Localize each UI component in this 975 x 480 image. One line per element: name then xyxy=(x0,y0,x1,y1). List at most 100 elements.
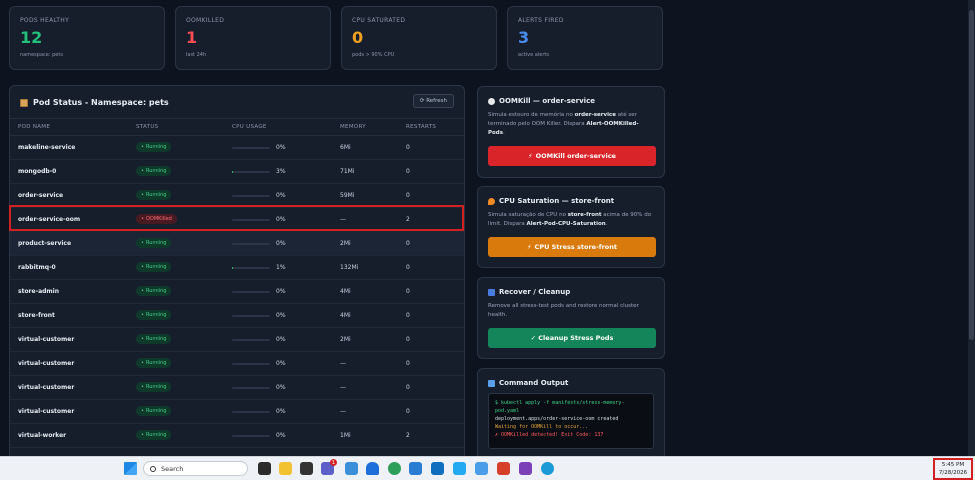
cleanup-button[interactable]: ✓ Cleanup Stress Pods xyxy=(488,328,656,348)
memory-value: 6Mi xyxy=(340,144,351,151)
table-row[interactable]: virtual-customer • Running 0% 2Mi 0 xyxy=(10,328,464,352)
oomkill-desc-3: . xyxy=(503,130,505,136)
teams-icon[interactable]: 1 xyxy=(321,459,337,475)
status-dot-icon: • xyxy=(141,288,144,294)
stat-label: CPU SATURATED xyxy=(352,17,406,24)
cpu-stress-button[interactable]: ⚡ CPU Stress store-front xyxy=(488,237,656,257)
status-dot-icon: • xyxy=(141,192,144,198)
status-dot-icon: • xyxy=(141,216,144,222)
status-badge: • Running xyxy=(136,166,172,176)
cpu-usage-bar xyxy=(232,267,270,269)
oomkill-button[interactable]: ⚡ OOMKill order-service xyxy=(488,146,656,166)
stat-sub: active alerts xyxy=(518,52,549,58)
pod-name: order-service xyxy=(18,192,64,199)
cpu-usage-value: 0% xyxy=(276,240,286,247)
powerpoint-icon[interactable] xyxy=(497,462,510,475)
windows-start-icon[interactable] xyxy=(124,462,137,475)
cpu-usage-value: 0% xyxy=(276,216,286,223)
oomkill-button-label: OOMKill order-service xyxy=(535,152,616,160)
cpu-usage-value: 0% xyxy=(276,192,286,199)
recover-card: Recover / Cleanup Remove all stress-test… xyxy=(477,277,665,359)
status-text: Running xyxy=(145,240,167,246)
refresh-button[interactable]: ⟳ Refresh xyxy=(412,94,454,108)
page-scrollbar[interactable] xyxy=(968,0,975,456)
console-error: ✗ OOMKilled detected! Exit Code: 137 xyxy=(495,432,604,438)
cpu-usage-bar xyxy=(232,291,270,293)
col-restarts: RESTARTS xyxy=(406,124,437,130)
fire-icon xyxy=(488,197,495,205)
pod-name: virtual-customer xyxy=(18,408,75,415)
onenote-icon[interactable] xyxy=(519,462,532,475)
taskbar-clock[interactable]: 5:45 PM 7/28/2026 xyxy=(933,458,973,480)
pod-name: order-service-oom xyxy=(18,216,81,223)
pod-name: virtual-customer xyxy=(18,360,75,367)
table-row[interactable]: virtual-customer • Running 0% — 0 xyxy=(10,400,464,424)
pod-name: mongodb-0 xyxy=(18,168,57,175)
restarts-value: 0 xyxy=(406,408,410,415)
outlook-icon[interactable] xyxy=(409,462,422,475)
clock-time: 5:45 PM xyxy=(941,462,965,468)
stat-card-pods-healthy: PODS HEALTHY 12 namespace: pets xyxy=(9,6,165,70)
edge-dev-icon[interactable] xyxy=(388,462,401,475)
table-row[interactable]: virtual-worker • Running 0% 1Mi 2 xyxy=(10,424,464,448)
restarts-value: 2 xyxy=(406,216,410,223)
restarts-value: 0 xyxy=(406,360,410,367)
table-row[interactable]: store-front • Running 0% 4Mi 0 xyxy=(10,304,464,328)
cpu-usage-bar xyxy=(232,147,270,149)
cpu-usage-value: 0% xyxy=(276,336,286,343)
package-icon xyxy=(20,98,28,107)
status-badge: • Running xyxy=(136,430,172,440)
cpu-usage-bar xyxy=(232,195,270,197)
table-row[interactable]: product-service • Running 0% 2Mi 0 xyxy=(10,232,464,256)
status-dot-icon: • xyxy=(141,360,144,366)
edge-icon[interactable] xyxy=(541,462,554,475)
vscode-icon[interactable] xyxy=(453,462,466,475)
stat-label: ALERTS FIRED xyxy=(518,17,564,24)
memory-value: — xyxy=(340,360,346,367)
status-badge: • Running xyxy=(136,382,172,392)
table-row[interactable]: rabbitmq-0 • Running 1% 132Mi 0 xyxy=(10,256,464,280)
stat-value: 3 xyxy=(518,28,530,47)
table-row[interactable]: order-service • Running 0% 59Mi 0 xyxy=(10,184,464,208)
scrollbar-thumb[interactable] xyxy=(969,10,974,340)
memory-value: 59Mi xyxy=(340,192,355,199)
oomkill-title-text: OOMKill — order-service xyxy=(499,97,595,105)
table-row[interactable]: order-service-oom • OOMKilled 0% — 2 xyxy=(10,208,464,232)
console-output: deployment.apps/order-service-oom create… xyxy=(495,416,619,422)
cpu-usage-value: 0% xyxy=(276,288,286,295)
table-row[interactable]: virtual-customer • Running 0% — 0 xyxy=(10,352,464,376)
cpu-sat-title-text: CPU Saturation — store-front xyxy=(499,197,615,205)
app-icon-1[interactable] xyxy=(345,462,358,475)
terminal-icon[interactable] xyxy=(300,462,313,475)
table-row[interactable]: mongodb-0 • Running 3% 71Mi 0 xyxy=(10,160,464,184)
status-dot-icon: • xyxy=(141,240,144,246)
status-text: Running xyxy=(145,432,167,438)
cpu-usage-bar xyxy=(232,435,270,437)
oomkill-card: OOMKill — order-service Simula estouro d… xyxy=(477,86,665,178)
search-placeholder: Search xyxy=(161,464,184,473)
bolt-icon: ⚡ xyxy=(526,243,532,251)
task-view-icon[interactable] xyxy=(258,462,271,475)
oomkill-description: Simula estouro de memória no order-servi… xyxy=(488,111,654,138)
table-row[interactable]: makeline-service • Running 0% 6Mi 0 xyxy=(10,136,464,160)
table-row[interactable]: store-admin • Running 0% 4Mi 0 xyxy=(10,280,464,304)
taskbar-search[interactable]: Search xyxy=(143,461,248,476)
table-row[interactable]: virtual-customer • Running 0% — 0 xyxy=(10,376,464,400)
status-text: Running xyxy=(145,264,167,270)
search-icon xyxy=(150,465,156,472)
status-dot-icon: • xyxy=(141,168,144,174)
clock-date: 7/28/2026 xyxy=(938,470,968,476)
defender-icon[interactable] xyxy=(366,462,379,475)
app-icon-2[interactable] xyxy=(475,462,488,475)
memory-value: 71Mi xyxy=(340,168,355,175)
command-output-title-text: Command Output xyxy=(499,379,569,387)
mail-icon[interactable] xyxy=(431,462,444,475)
file-explorer-icon[interactable] xyxy=(279,462,292,475)
stat-card-alerts-fired: ALERTS FIRED 3 active alerts xyxy=(507,6,663,70)
stat-value: 1 xyxy=(186,28,198,47)
status-text: Running xyxy=(145,144,167,150)
restarts-value: 0 xyxy=(406,144,410,151)
memory-value: — xyxy=(340,384,346,391)
status-dot-icon: • xyxy=(141,432,144,438)
pod-name: store-admin xyxy=(18,288,60,295)
